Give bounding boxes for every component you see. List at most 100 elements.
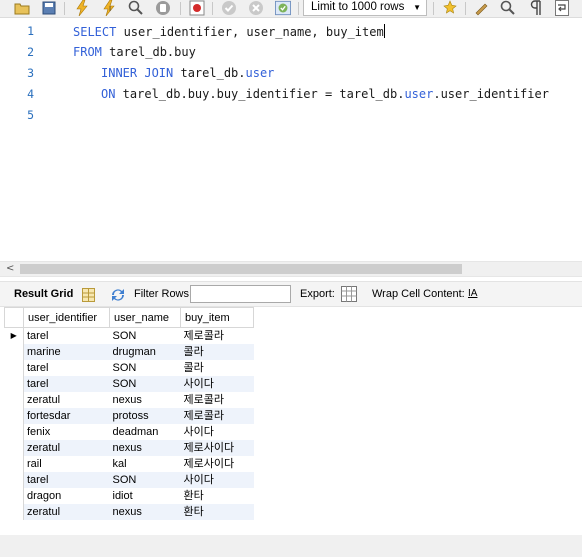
buy-item-cell[interactable]: 제로콜라	[181, 392, 254, 408]
row-selector[interactable]	[4, 360, 24, 376]
buy-item-cell[interactable]: 사이다	[181, 424, 254, 440]
table-row[interactable]: tarel SON 사이다	[4, 376, 254, 392]
editor-horizontal-scrollbar[interactable]: <	[0, 261, 582, 277]
user-name-cell[interactable]: protoss	[109, 408, 181, 424]
wrap-icon[interactable]	[554, 0, 570, 16]
result-toolbar: Result Grid Filter Rows: Export: Wrap Ce…	[0, 281, 582, 307]
line-number: 1	[27, 24, 34, 38]
table-row[interactable]: zeratul nexus 제로사이다	[4, 440, 254, 456]
buy-item-cell[interactable]: 환타	[180, 504, 254, 520]
wrap-cell-icon[interactable]: IA	[468, 282, 477, 306]
user-identifier-cell[interactable]: zeratul	[23, 440, 110, 456]
current-row-indicator-icon[interactable]: ▶	[4, 327, 24, 344]
user-name-cell[interactable]: drugman	[109, 344, 181, 360]
limit-rows-label: Limit to 1000 rows	[311, 1, 405, 13]
buy-item-cell[interactable]: 콜라	[180, 344, 254, 360]
table-row[interactable]: tarel SON 사이다	[4, 472, 254, 488]
filter-rows-input[interactable]	[190, 285, 291, 303]
code-line-4: ON tarel_db.buy.buy_identifier = tarel_d…	[101, 87, 549, 101]
toolbar-separator	[298, 2, 299, 15]
table-row[interactable]: zeratul nexus 환타	[4, 504, 254, 520]
scrollbar-thumb[interactable]	[20, 264, 462, 274]
limit-rows-select[interactable]: Limit to 1000 rows ▼	[303, 0, 427, 16]
buy-item-cell[interactable]: 제로사이다	[181, 456, 254, 472]
line-number: 5	[27, 108, 34, 122]
line-number: 2	[27, 45, 34, 59]
user-identifier-cell[interactable]: tarel	[24, 360, 110, 376]
user-name-cell[interactable]: nexus	[109, 440, 181, 456]
buy-item-cell[interactable]: 제로콜라	[180, 408, 254, 424]
user-name-cell[interactable]: SON	[109, 472, 181, 488]
beautify-icon[interactable]	[442, 0, 458, 16]
sql-text: tarel_db.buy.buy_identifier = tarel_db.	[115, 87, 405, 101]
result-grid-tab[interactable]: Result Grid	[14, 282, 73, 306]
user-name-cell[interactable]: idiot	[110, 488, 181, 504]
stop-icon[interactable]	[155, 0, 171, 16]
row-selector[interactable]	[4, 488, 24, 504]
user-name-cell[interactable]: nexus	[109, 504, 181, 520]
execute-current-icon[interactable]: I	[101, 0, 117, 16]
save-icon[interactable]	[41, 0, 57, 16]
sql-editor[interactable]: 1 2 3 4 5 SELECT user_identifier, user_n…	[0, 18, 582, 260]
rollback-icon[interactable]	[248, 0, 264, 16]
table-row[interactable]: zeratul nexus 제로콜라	[4, 392, 254, 408]
table-row[interactable]: marine drugman 콜라	[4, 344, 254, 360]
user-identifier-cell[interactable]: tarel	[24, 328, 110, 345]
user-name-cell[interactable]: SON	[110, 328, 181, 345]
buy-item-cell[interactable]: 사이다	[180, 472, 254, 488]
table-row[interactable]: fenix deadman 사이다	[4, 424, 254, 440]
user-identifier-cell[interactable]: zeratul	[24, 392, 110, 408]
user-identifier-cell[interactable]: rail	[24, 456, 110, 472]
user-name-cell[interactable]: kal	[110, 456, 181, 472]
table-row[interactable]: dragon idiot 환타	[4, 488, 254, 504]
row-selector[interactable]	[4, 344, 24, 360]
buy-item-cell[interactable]: 콜라	[181, 360, 254, 376]
sql-text: .user_identifier	[433, 87, 549, 101]
explain-icon[interactable]	[128, 0, 144, 16]
user-name-cell[interactable]: nexus	[110, 392, 181, 408]
row-selector[interactable]	[4, 440, 24, 456]
open-folder-icon[interactable]	[14, 0, 30, 16]
user-identifier-cell[interactable]: fortesdar	[23, 408, 110, 424]
user-identifier-cell[interactable]: zeratul	[23, 504, 110, 520]
user-name-cell[interactable]: SON	[110, 360, 181, 376]
column-header-buy-item[interactable]: buy_item	[180, 307, 254, 328]
table-row[interactable]: ▶ tarel SON 제로콜라	[4, 327, 254, 345]
user-identifier-cell[interactable]: tarel	[23, 376, 110, 392]
commit-icon[interactable]	[221, 0, 237, 16]
user-identifier-cell[interactable]: tarel	[23, 472, 110, 488]
invisible-chars-icon[interactable]	[527, 0, 543, 16]
column-header-user-name[interactable]: user_name	[109, 307, 181, 328]
autocommit-icon[interactable]	[275, 0, 291, 16]
table-row[interactable]: fortesdar protoss 제로콜라	[4, 408, 254, 424]
table-row[interactable]: tarel SON 콜라	[4, 360, 254, 376]
scroll-left-icon[interactable]: <	[6, 262, 14, 276]
row-selector[interactable]	[4, 456, 24, 472]
user-identifier-cell[interactable]: dragon	[24, 488, 110, 504]
column-header-user-identifier[interactable]: user_identifier	[23, 307, 110, 328]
toggle-continue-icon[interactable]	[189, 0, 205, 16]
row-selector[interactable]	[4, 424, 24, 440]
buy-item-cell[interactable]: 제로사이다	[180, 440, 254, 456]
row-selector[interactable]	[4, 504, 24, 520]
row-selector[interactable]	[4, 376, 24, 392]
row-selector[interactable]	[4, 392, 24, 408]
find-icon[interactable]	[500, 0, 516, 16]
code-line-1: SELECT user_identifier, user_name, buy_i…	[73, 24, 385, 39]
table-row[interactable]: rail kal 제로사이다	[4, 456, 254, 472]
line-number: 4	[27, 87, 34, 101]
row-selector[interactable]	[4, 408, 24, 424]
user-identifier-cell[interactable]: fenix	[24, 424, 110, 440]
buy-item-cell[interactable]: 환타	[181, 488, 254, 504]
export-icon[interactable]	[341, 286, 357, 311]
svg-text:I: I	[109, 5, 111, 13]
buy-item-cell[interactable]: 제로콜라	[181, 328, 254, 345]
row-selector[interactable]	[4, 472, 24, 488]
execute-icon[interactable]	[74, 0, 90, 16]
user-identifier-cell[interactable]: marine	[23, 344, 110, 360]
user-name-cell[interactable]: SON	[109, 376, 181, 392]
wrap-cell-content-label: Wrap Cell Content:	[372, 288, 465, 300]
user-name-cell[interactable]: deadman	[110, 424, 181, 440]
brush-icon[interactable]	[474, 0, 490, 16]
buy-item-cell[interactable]: 사이다	[180, 376, 254, 392]
